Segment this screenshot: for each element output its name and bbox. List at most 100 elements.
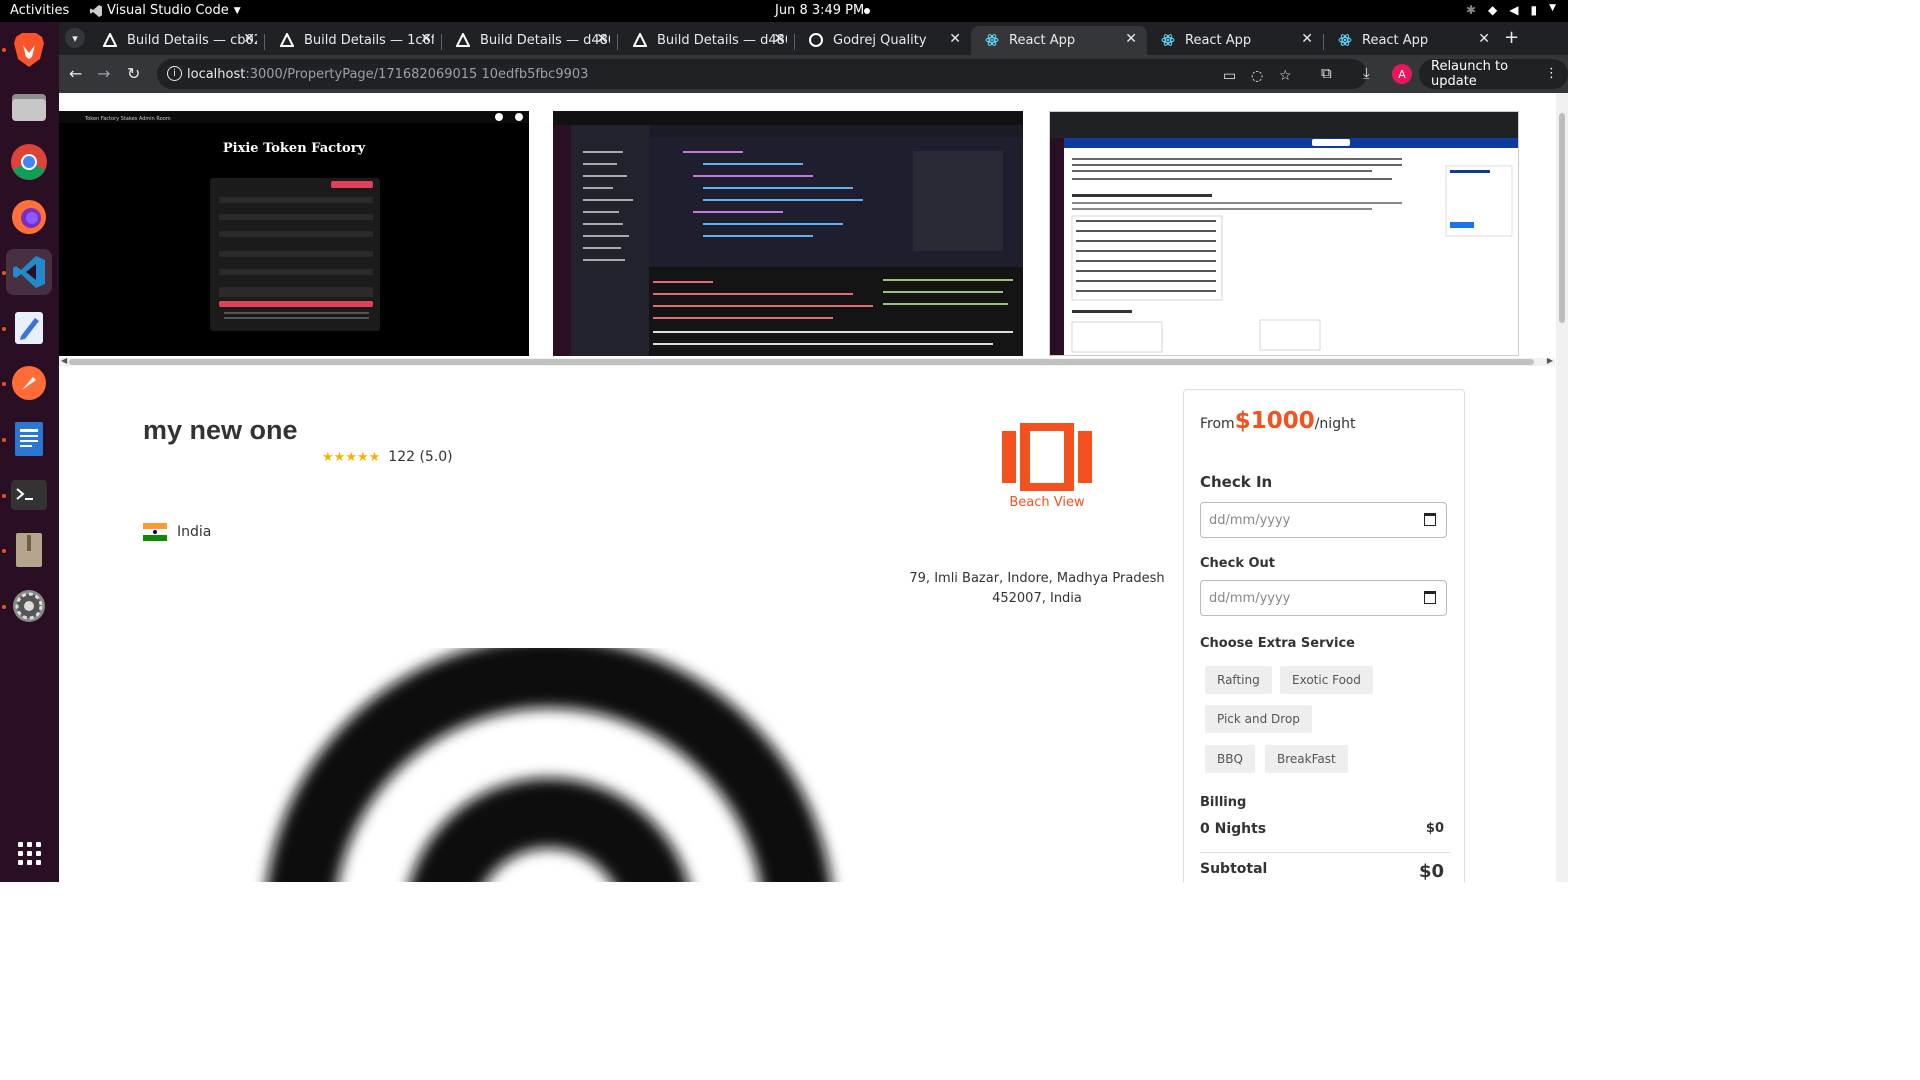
close-icon[interactable]: ✕ [773, 31, 785, 47]
wifi-icon: ◆ [1488, 3, 1498, 17]
cast-icon[interactable]: ▭ [1223, 68, 1236, 84]
service-chip-rafting[interactable]: Rafting [1205, 666, 1272, 694]
extra-service-label: Choose Extra Service [1200, 636, 1355, 651]
reload-icon[interactable]: ↻ [127, 64, 140, 83]
property-country: India [143, 523, 211, 541]
gallery-image-1[interactable]: Token Factory Stakes Admin Room Pixie To… [59, 111, 529, 356]
clock[interactable]: Jun 8 3:49 PM [775, 3, 864, 18]
service-chip-breakfast[interactable]: BreakFast [1265, 745, 1348, 773]
brave-browser-icon[interactable] [6, 27, 52, 73]
subtotal-row: Subtotal $0 [1200, 861, 1444, 882]
chevron-down-icon: ▼ [233, 5, 241, 16]
back-arrow-icon[interactable]: ← [69, 64, 82, 83]
app-menu[interactable]: Visual Studio Code ▼ [90, 3, 241, 18]
close-icon[interactable]: ✕ [949, 31, 961, 47]
close-icon[interactable]: ✕ [596, 31, 608, 47]
service-chip-bbq[interactable]: BBQ [1205, 745, 1255, 773]
service-chip-pick-and-drop[interactable]: Pick and Drop [1205, 705, 1312, 733]
close-icon[interactable]: ✕ [1478, 31, 1490, 47]
react-logo-icon [985, 34, 999, 46]
close-icon[interactable]: ✕ [1125, 31, 1137, 47]
document-viewer-icon[interactable] [6, 416, 52, 462]
tab-build-details-1[interactable]: Build Details — cb02· ✕ [89, 26, 265, 55]
check-out-date-input[interactable]: dd/mm/yyyy [1200, 580, 1447, 616]
dock [0, 22, 59, 882]
service-chip-exotic-food[interactable]: Exotic Food [1280, 666, 1373, 694]
notepad-icon [15, 312, 43, 344]
bluetooth-icon: ✱ [1465, 3, 1476, 17]
forward-arrow-icon[interactable]: → [97, 64, 110, 83]
gallery-image-3[interactable] [1049, 111, 1519, 356]
calendar-icon[interactable] [1424, 591, 1436, 604]
tab-react-app-2[interactable]: React App ✕ [1147, 26, 1323, 55]
vscode-icon[interactable] [6, 249, 52, 295]
text-editor-icon[interactable] [6, 305, 52, 351]
activities-button[interactable]: Activities [10, 3, 69, 18]
url-path: :3000/PropertyPage/171682069015 10edfb5f… [245, 66, 589, 82]
tab-title: Build Details — d480 [657, 33, 787, 48]
battery-icon: ▮ [1530, 3, 1538, 17]
address-line-2: 452007, India [992, 591, 1082, 606]
zip-archive-icon [16, 533, 42, 567]
check-in-date-input[interactable]: dd/mm/yyyy [1200, 502, 1447, 538]
close-icon[interactable]: ✕ [1301, 31, 1313, 47]
gallery-horizontal-scrollbar[interactable]: ◀ ▶ [59, 356, 1555, 366]
tab-build-details-3[interactable]: Build Details — d480 ✕ [442, 26, 618, 55]
archive-manager-icon[interactable] [6, 527, 52, 573]
files-icon[interactable] [6, 83, 52, 129]
tab-separator [617, 34, 618, 50]
settings-icon[interactable] [6, 583, 52, 629]
system-tray[interactable]: ✱ ◆ ◀ ▮ ▼ [1466, 3, 1556, 17]
close-icon[interactable]: ✕ [243, 31, 255, 47]
page-content: Token Factory Stakes Admin Room Pixie To… [59, 93, 1568, 882]
site-info-icon[interactable]: i [167, 66, 182, 81]
billing-label: Billing [1200, 795, 1247, 810]
terminal-icon[interactable] [6, 472, 52, 518]
gallery-image-2[interactable] [553, 111, 1023, 356]
tab-godrej-quality[interactable]: Godrej Quality ✕ [795, 26, 971, 55]
download-icon[interactable]: ⤓ [1363, 64, 1370, 82]
scrollbar-thumb[interactable] [69, 359, 1534, 365]
tab-title: Godrej Quality [833, 33, 927, 48]
new-tab-button[interactable]: + [1504, 27, 1519, 48]
firefox-icon[interactable] [6, 194, 52, 240]
price-from-label: From [1200, 416, 1235, 432]
eye-off-icon[interactable]: ◌ [1251, 68, 1263, 84]
kebab-menu-icon[interactable]: ⋮ [1545, 66, 1558, 81]
tab-build-details-4[interactable]: Build Details — d480 ✕ [619, 26, 795, 55]
browser-tab-strip: ▾ Build Details — cb02· ✕ Build Details … [59, 22, 1568, 55]
tab-separator [264, 34, 265, 50]
close-icon[interactable]: ✕ [420, 31, 432, 47]
india-flag-icon [143, 523, 167, 541]
address-line-1: 79, Imli Bazar, Indore, Madhya Pradesh [909, 571, 1165, 586]
check-out-label: Check Out [1200, 556, 1276, 571]
godrej-favicon-icon [809, 33, 823, 47]
show-applications-button[interactable] [6, 830, 52, 876]
bookmark-star-icon[interactable]: ☆ [1279, 68, 1292, 84]
scroll-left-arrow-icon[interactable]: ◀ [61, 356, 67, 365]
netlify-tab-icon [633, 33, 647, 47]
profile-avatar[interactable]: A [1392, 64, 1412, 84]
image-gallery[interactable]: Token Factory Stakes Admin Room Pixie To… [59, 111, 1544, 356]
calendar-icon[interactable] [1424, 513, 1436, 526]
tab-react-app-3[interactable]: React App ✕ [1324, 26, 1500, 55]
svg-text:Token Factory Stakes Admin R: Token Factory Stakes Admin Room [84, 116, 171, 122]
tab-title: React App [1185, 33, 1252, 48]
gear-icon [13, 590, 45, 622]
postman-icon[interactable] [6, 360, 52, 406]
property-address: 79, Imli Bazar, Indore, Madhya Pradesh 4… [907, 569, 1167, 609]
firefox-logo-icon [12, 200, 46, 234]
view-type-label: Beach View [1009, 495, 1085, 510]
scroll-right-arrow-icon[interactable]: ▶ [1547, 356, 1553, 365]
tab-react-app-active[interactable]: React App ✕ [971, 26, 1147, 55]
chrome-icon[interactable] [6, 139, 52, 185]
view-frame-icon [1002, 423, 1092, 491]
relaunch-to-update-button[interactable]: Relaunch to update ⋮ [1419, 59, 1568, 89]
address-bar[interactable]: i localhost:3000/PropertyPage/1716820690… [157, 59, 1367, 89]
url-host: localhost [187, 66, 246, 82]
tab-search-button[interactable]: ▾ [65, 28, 85, 48]
tab-build-details-2[interactable]: Build Details — 1c6f5 ✕ [266, 26, 442, 55]
extensions-icon[interactable]: ⧉ [1321, 64, 1332, 82]
scrollbar-thumb[interactable] [1559, 113, 1565, 323]
page-vertical-scrollbar[interactable] [1556, 93, 1568, 882]
